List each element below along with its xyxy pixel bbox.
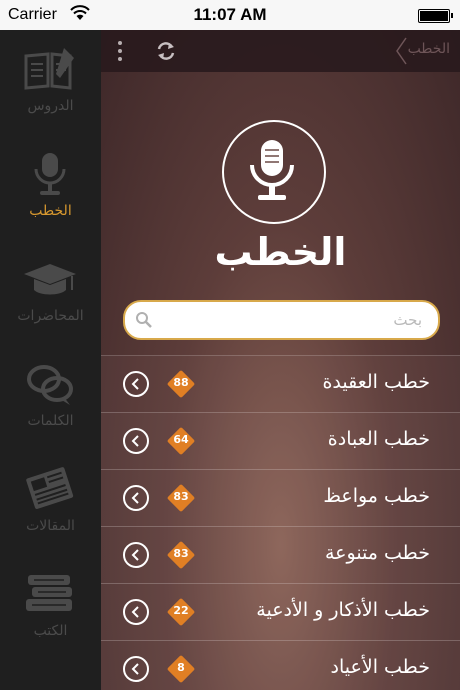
sidebar-item-books[interactable]: الكتب	[0, 555, 101, 660]
main-content: الخطب الخطب بحث 88 خطب العقيدة 64 خطب ال…	[101, 30, 460, 690]
sidebar: الدروس الخطب المحاضرات الكلمات المقالات …	[0, 30, 101, 690]
search-placeholder: بحث	[393, 311, 422, 329]
list-item[interactable]: 83 خطب مواعظ	[101, 469, 460, 527]
sidebar-item-speeches[interactable]: الكلمات	[0, 345, 101, 450]
newspaper-icon	[26, 467, 74, 509]
list-item-title: خطب الأعياد	[330, 656, 430, 678]
hero-icon-circle	[222, 120, 326, 224]
search-icon	[136, 312, 152, 328]
count-badge: 83	[166, 540, 196, 570]
sidebar-item-lessons[interactable]: الدروس	[0, 30, 101, 135]
sidebar-item-articles[interactable]: المقالات	[0, 450, 101, 555]
speech-bubbles-icon	[27, 365, 73, 405]
book-icon	[24, 48, 74, 90]
microphone-icon	[34, 153, 66, 195]
status-bar: Carrier 11:07 AM	[0, 0, 460, 30]
count-badge: 8	[166, 654, 196, 684]
chevron-left-icon[interactable]	[123, 485, 149, 511]
list-item[interactable]: 83 خطب متنوعة	[101, 526, 460, 584]
list-item-title: خطب العبادة	[327, 428, 430, 450]
refresh-icon[interactable]	[155, 40, 177, 62]
books-stack-icon	[26, 575, 72, 611]
more-options-icon[interactable]	[115, 40, 125, 62]
microphone-icon	[250, 140, 294, 200]
list-item-title: خطب مواعظ	[323, 485, 430, 507]
chevron-left-icon[interactable]	[123, 599, 149, 625]
list-item[interactable]: 22 خطب الأذكار و الأدعية	[101, 583, 460, 641]
chevron-left-icon[interactable]	[123, 371, 149, 397]
sidebar-item-label: المقالات	[26, 518, 75, 534]
list-item[interactable]: 88 خطب العقيدة	[101, 355, 460, 413]
sidebar-item-label: الخطب	[29, 203, 72, 219]
sidebar-item-sermons[interactable]: الخطب	[0, 135, 101, 240]
sidebar-item-label: المحاضرات	[17, 308, 84, 324]
clock: 11:07 AM	[193, 5, 267, 24]
search-input[interactable]: بحث	[123, 300, 440, 340]
navbar: الخطب	[101, 30, 460, 72]
page-title: الخطب	[214, 230, 347, 274]
count-badge: 88	[166, 369, 196, 399]
list-item[interactable]: 64 خطب العبادة	[101, 412, 460, 470]
list-item-title: خطب الأذكار و الأدعية	[256, 599, 430, 621]
list-item[interactable]: 8 خطب الأعياد	[101, 640, 460, 690]
list-item-title: خطب العقيدة	[322, 371, 430, 393]
sidebar-item-label: الدروس	[27, 98, 74, 114]
battery-icon	[418, 9, 453, 23]
count-badge: 22	[166, 597, 196, 627]
list-item-title: خطب متنوعة	[324, 542, 430, 564]
count-badge: 64	[166, 426, 196, 456]
sidebar-item-lectures[interactable]: المحاضرات	[0, 240, 101, 345]
chevron-left-icon[interactable]	[123, 656, 149, 682]
count-badge: 83	[166, 483, 196, 513]
chevron-left-icon[interactable]	[123, 542, 149, 568]
graduation-cap-icon	[24, 264, 76, 295]
sidebar-item-label: الكتب	[33, 623, 68, 639]
breadcrumb-separator-icon	[396, 37, 407, 65]
sidebar-item-label: الكلمات	[27, 413, 74, 429]
breadcrumb[interactable]: الخطب	[408, 41, 450, 57]
chevron-left-icon[interactable]	[123, 428, 149, 454]
